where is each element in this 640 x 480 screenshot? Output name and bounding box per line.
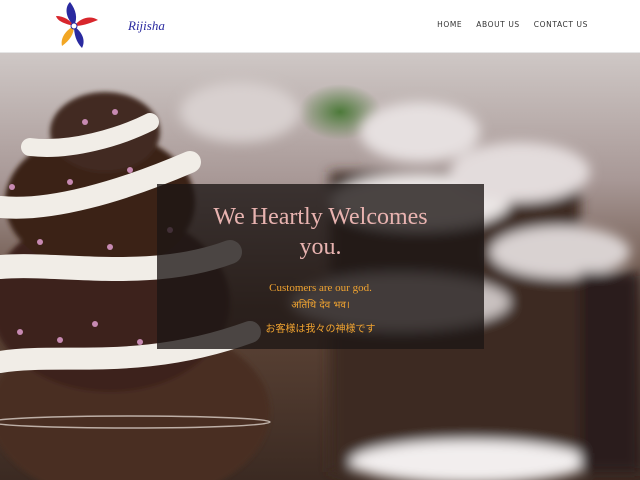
welcome-overlay: We Heartly Welcomes you. Customers are o… (157, 184, 484, 349)
nav-home[interactable]: HOME (437, 20, 462, 29)
welcome-title-line-1: We Heartly Welcomes (213, 204, 428, 230)
flower-logo-icon (56, 2, 98, 48)
welcome-title: We Heartly Welcomes you. (157, 202, 484, 262)
tagline-japanese: お客様は我々の神様です (265, 324, 376, 335)
welcome-title-line-2: you. (299, 234, 342, 260)
nav-menu: HOME ABOUT US CONTACT US (437, 20, 588, 29)
navbar: Rijisha HOME ABOUT US CONTACT US (0, 0, 640, 53)
nav-about-us[interactable]: ABOUT US (476, 20, 520, 29)
tagline-hindi: अतिथि देव भव। (291, 300, 350, 311)
nav-contact-us[interactable]: CONTACT US (534, 20, 588, 29)
hero-banner: We Heartly Welcomes you. Customers are o… (0, 52, 640, 480)
logo-text: Rijisha (128, 18, 165, 33)
logo[interactable]: Rijisha (52, 0, 165, 52)
tagline-english: Customers are our god. (269, 282, 372, 294)
